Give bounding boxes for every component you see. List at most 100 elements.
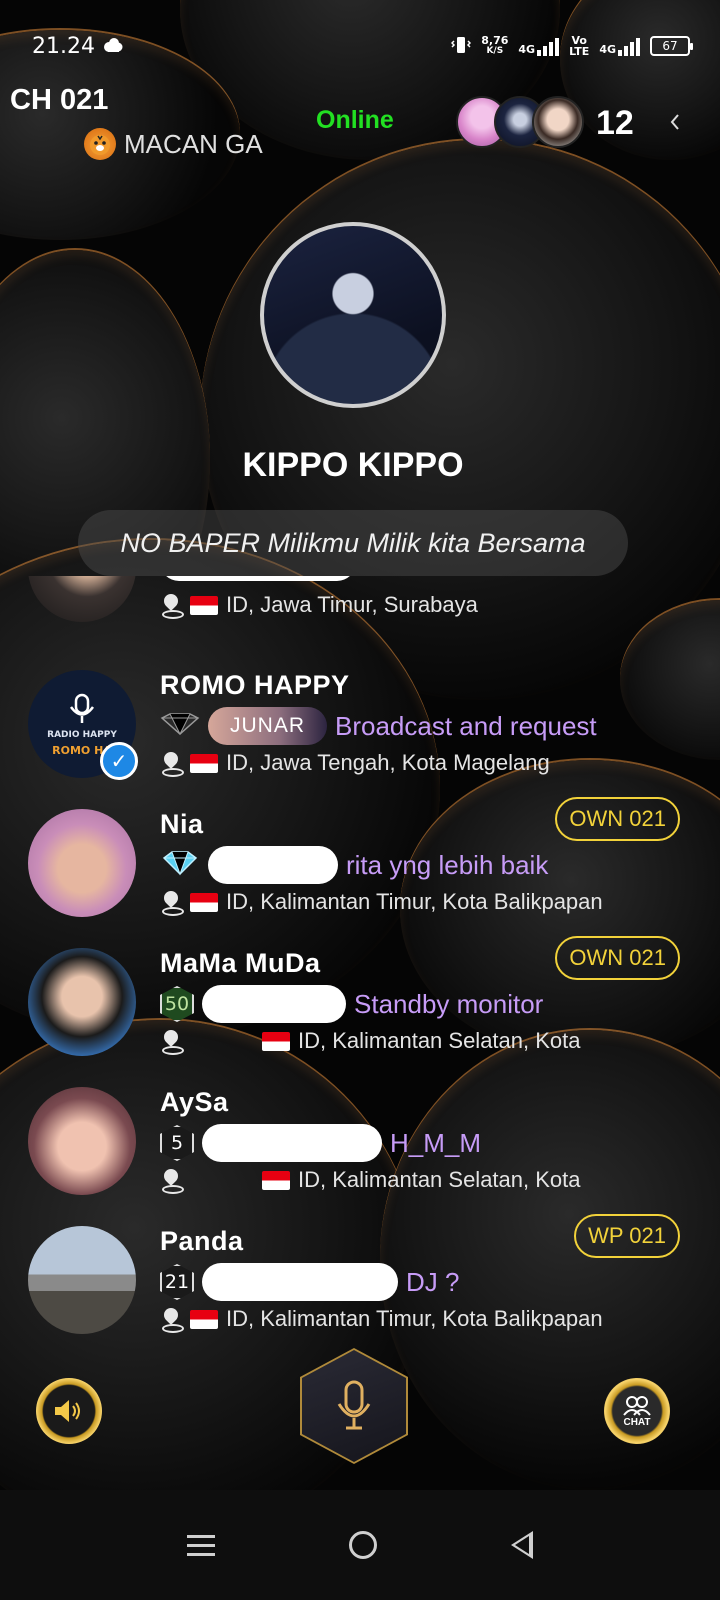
verified-icon: ✓ [100, 742, 138, 780]
user-message: DJ ? [406, 1266, 460, 1297]
room-name-label: MACAN GA [124, 128, 263, 159]
redacted-pill [208, 846, 338, 884]
battery-level: 67 [662, 39, 678, 53]
signal-icon: 4G [599, 36, 640, 56]
room-id: CH 021 [10, 84, 109, 116]
indonesia-flag-icon [190, 892, 218, 912]
location-text: ID, Jawa Tengah, Kota Magelang [226, 750, 550, 775]
chat-icon [623, 1395, 651, 1416]
user-location: ID, Jawa Timur, Surabaya [160, 592, 478, 619]
location-pin-icon [160, 1169, 184, 1194]
room-name[interactable]: MACAN GA [84, 128, 263, 160]
navigation-bar [0, 1490, 720, 1600]
seat-list[interactable]: ID, Jawa Timur, Surabaya RADIO HAPPY ROM… [0, 576, 720, 1346]
viewer-count[interactable]: 12 [596, 104, 634, 143]
net-speed-unit: K/S [486, 46, 504, 56]
user-name: ROMO HAPPY [160, 670, 350, 700]
location-text: ID, Kalimantan Timur, Kota Balikpapan [226, 1306, 603, 1331]
vibrate-icon [451, 35, 472, 58]
location-pin-icon [160, 1030, 184, 1055]
user-avatar[interactable] [28, 1087, 136, 1195]
indonesia-flag-icon [190, 595, 218, 615]
avatar-text: RADIO HAPPY [47, 729, 117, 740]
seat-row: JUNAR Broadcast and request [160, 706, 597, 746]
user-location: ID, Jawa Tengah, Kota Magelang [160, 750, 550, 777]
user-avatar[interactable] [28, 948, 136, 1056]
volte-bottom: LTE [569, 45, 590, 58]
diamond-icon [160, 712, 200, 740]
user-name: MaMa MuDa [160, 948, 321, 978]
user-message: Broadcast and request [335, 710, 597, 741]
user-message: H_M_M [390, 1127, 482, 1158]
status-time: 21.24 [32, 33, 95, 59]
role-badge: OWN 021 [555, 936, 680, 980]
host-name: KIPPO KIPPO [242, 446, 464, 484]
location-text: ID, Kalimantan Timur, Kota Balikpapan [226, 889, 603, 914]
user-location: ID, Kalimantan Timur, Kota Balikpapan [160, 889, 603, 916]
host-avatar[interactable] [260, 222, 446, 408]
redacted-pill [202, 1263, 398, 1301]
location-text: ID, Kalimantan Selatan, Kota [298, 1167, 581, 1192]
speaker-icon [55, 1400, 80, 1422]
seat-row [160, 576, 356, 582]
speaker-button[interactable] [36, 1378, 102, 1444]
indonesia-flag-icon [262, 1031, 290, 1051]
seat-row: 21 DJ ? [160, 1262, 459, 1302]
location-pin-icon [160, 891, 184, 916]
seat-item[interactable]: ID, Jawa Timur, Surabaya [0, 576, 720, 653]
location-pin-icon [160, 594, 184, 619]
back-icon[interactable] [511, 1531, 533, 1559]
seat-item[interactable]: AySa 5 H_M_M ID, Kalimantan Selatan, Kot… [0, 1087, 720, 1226]
battery-icon: 67 [650, 36, 693, 56]
user-avatar[interactable] [28, 809, 136, 917]
tiger-icon [84, 128, 116, 160]
signal-icon: 4G [518, 36, 560, 56]
viewer-avatar[interactable] [532, 96, 584, 148]
user-avatar[interactable] [28, 576, 136, 622]
location-pin-icon [160, 1308, 184, 1333]
location-text: ID, Kalimantan Selatan, Kota [298, 1028, 581, 1053]
viewer-avatars[interactable] [456, 96, 584, 148]
room-motto: NO BAPER Milikmu Milik kita Bersama [78, 510, 628, 576]
microphone-logo-icon [69, 693, 95, 723]
indonesia-flag-icon [190, 1309, 218, 1329]
status-left: 21.24 [32, 34, 123, 59]
seat-row: rita yng lebih baik [160, 845, 548, 885]
user-location: ID, Kalimantan Selatan, Kota [160, 1167, 581, 1194]
diamond-icon [160, 850, 200, 880]
redacted-pill [202, 1124, 382, 1162]
bg-orb [560, 0, 720, 160]
location-text: ID, Jawa Timur, Surabaya [226, 592, 478, 617]
role-badge: WP 021 [574, 1214, 680, 1258]
net-speed-value: 8,76 [481, 34, 509, 47]
menu-icon[interactable] [187, 1529, 215, 1562]
user-message: rita yng lebih baik [346, 849, 549, 880]
cloud-icon [103, 34, 123, 59]
redacted-pill [160, 576, 356, 581]
home-icon[interactable] [349, 1531, 377, 1559]
user-name: Nia [160, 809, 204, 839]
user-avatar[interactable] [28, 1226, 136, 1334]
seat-item[interactable]: RADIO HAPPY ROMO HA ✓ ROMO HAPPY JUNAR B… [0, 670, 720, 809]
user-badge: JUNAR [208, 707, 328, 745]
online-status: Online [316, 106, 394, 134]
location-pin-icon [160, 752, 184, 777]
redacted-pill [202, 985, 346, 1023]
seat-item[interactable]: Nia OWN 021 rita yng lebih baik ID, Kali… [0, 797, 720, 948]
seat-item[interactable]: MaMa MuDa OWN 021 50 Standby monitor ID,… [0, 936, 720, 1087]
net-type-2: 4G [599, 43, 616, 56]
user-location: ID, Kalimantan Selatan, Kota [160, 1028, 581, 1055]
seat-item[interactable]: Panda WP 021 21 DJ ? ID, Kalimantan Timu… [0, 1214, 720, 1346]
chevron-left-icon[interactable] [668, 110, 682, 138]
microphone-icon [337, 1380, 371, 1430]
chat-button[interactable]: CHAT [604, 1378, 670, 1444]
level-badge: 5 [160, 1125, 194, 1161]
user-name: AySa [160, 1087, 229, 1117]
net-type-1: 4G [518, 43, 536, 56]
level-badge: 21 [160, 1264, 194, 1300]
seat-row: 5 H_M_M [160, 1123, 481, 1163]
user-name: Panda [160, 1226, 244, 1256]
volte-indicator: Vo LTE [569, 35, 589, 57]
user-message: Standby monitor [354, 988, 544, 1019]
level-badge: 50 [160, 986, 194, 1022]
